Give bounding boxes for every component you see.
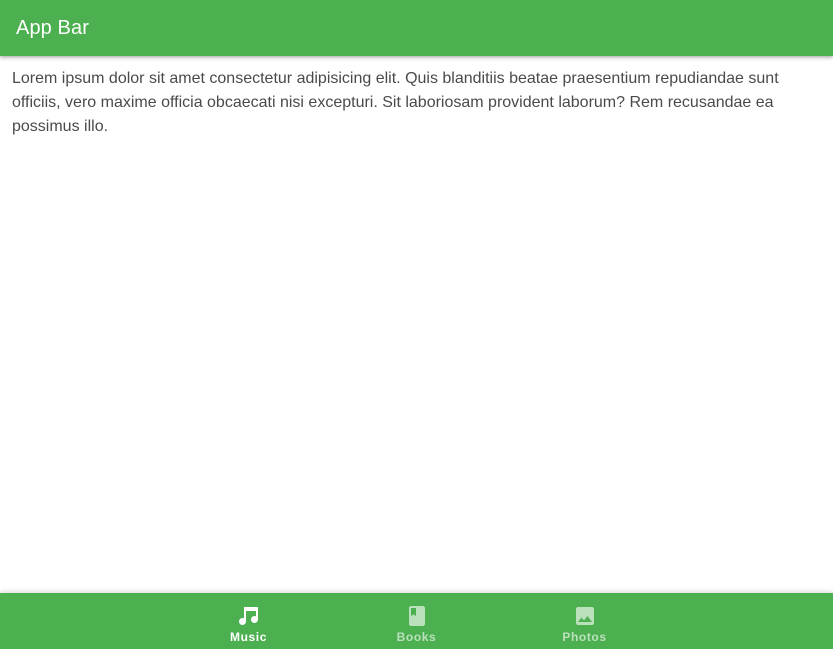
nav-button-photos[interactable]: Photos <box>501 593 669 649</box>
body-text: Lorem ipsum dolor sit amet consectetur a… <box>12 70 779 135</box>
app-bar: App Bar <box>0 0 833 56</box>
main-content: Lorem ipsum dolor sit amet consectetur a… <box>12 67 812 139</box>
nav-label-photos: Photos <box>562 630 607 644</box>
bottom-navigation: Music Books Photos <box>0 593 833 649</box>
music-note-icon <box>237 604 261 628</box>
nav-button-books[interactable]: Books <box>333 593 501 649</box>
app-root: App Bar Lorem ipsum dolor sit amet conse… <box>0 0 833 649</box>
image-icon <box>573 604 597 628</box>
book-icon <box>405 604 429 628</box>
app-bar-title: App Bar <box>16 16 89 39</box>
nav-button-music[interactable]: Music <box>165 593 333 649</box>
nav-label-music: Music <box>229 630 267 644</box>
nav-label-books: Books <box>396 630 437 644</box>
